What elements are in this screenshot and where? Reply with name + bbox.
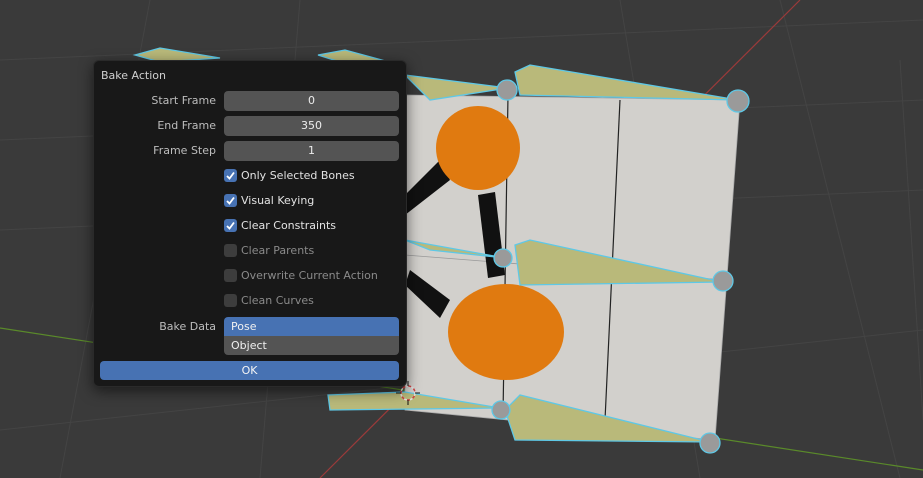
end-frame-label: End Frame: [157, 119, 216, 132]
clear-parents-label: Clear Parents: [241, 244, 315, 257]
only-selected-bones-label: Only Selected Bones: [241, 169, 355, 182]
orange-disc-top: [436, 106, 520, 190]
bake-data-object-option[interactable]: Object: [224, 336, 399, 355]
bake-action-dialog: Bake Action Start Frame 0 End Frame 350 …: [93, 60, 407, 387]
start-frame-row: Start Frame 0: [94, 91, 406, 111]
checkbox-checked-icon[interactable]: [224, 194, 237, 207]
start-frame-label: Start Frame: [151, 94, 216, 107]
end-frame-field[interactable]: 350: [224, 116, 399, 136]
overwrite-current-action-label: Overwrite Current Action: [241, 269, 378, 282]
checkbox-unchecked-icon[interactable]: [224, 269, 237, 282]
ok-button[interactable]: OK: [100, 361, 399, 380]
dialog-title: Bake Action: [101, 69, 166, 82]
clear-constraints-label: Clear Constraints: [241, 219, 337, 232]
bake-data-pose-option[interactable]: Pose: [224, 317, 399, 336]
checkbox-unchecked-icon[interactable]: [224, 244, 237, 257]
checkbox-checked-icon[interactable]: [224, 169, 237, 182]
frame-step-field[interactable]: 1: [224, 141, 399, 161]
visual-keying-label: Visual Keying: [241, 194, 315, 207]
frame-step-row: Frame Step 1: [94, 141, 406, 161]
frame-step-label: Frame Step: [153, 144, 216, 157]
orange-disc-bottom: [448, 284, 564, 380]
bake-data-label: Bake Data: [159, 320, 216, 333]
checkbox-checked-icon[interactable]: [224, 219, 237, 232]
start-frame-field[interactable]: 0: [224, 91, 399, 111]
end-frame-row: End Frame 350: [94, 116, 406, 136]
checkbox-unchecked-icon[interactable]: [224, 294, 237, 307]
clean-curves-label: Clean Curves: [241, 294, 314, 307]
